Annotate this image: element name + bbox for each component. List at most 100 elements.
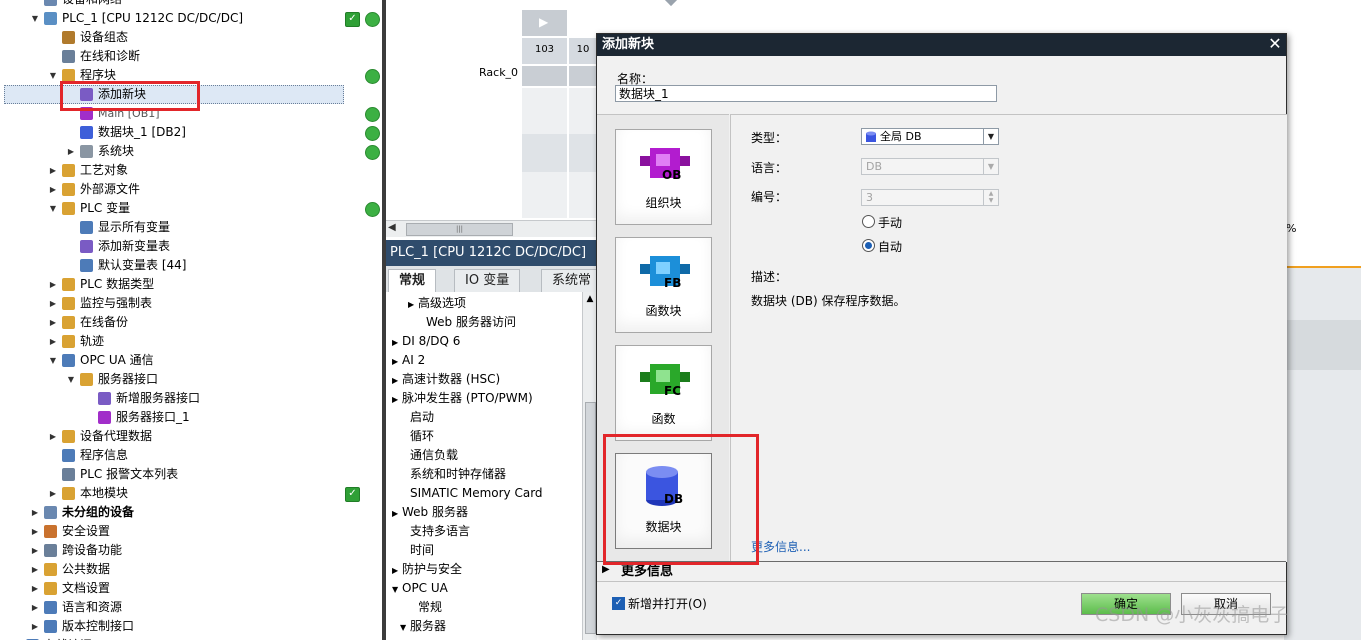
add-and-open-checkbox[interactable]: ✓ (612, 597, 625, 610)
tab-system-constants[interactable]: 系统常 (541, 269, 603, 292)
expanded-arrow-icon[interactable]: ▼ (48, 199, 58, 218)
name-input[interactable] (615, 85, 997, 102)
inspector-nav-item[interactable]: ▶ 高级选项 (408, 294, 466, 313)
collapsed-arrow-icon[interactable]: ▶ (30, 522, 40, 541)
collapsed-arrow-icon[interactable]: ▶ (30, 598, 40, 617)
tree-item[interactable]: ▶ 语言和资源 (0, 598, 382, 617)
function-button[interactable]: FC 函数 (615, 345, 712, 441)
tab-general[interactable]: 常规 (388, 269, 437, 292)
tree-item[interactable]: ▶ 跨设备功能 (0, 541, 382, 560)
collapsed-arrow-icon[interactable]: ▶ (30, 617, 40, 636)
tree-item[interactable]: PLC 报警文本列表 (0, 465, 382, 484)
function-block-button[interactable]: FB 函数块 (615, 237, 712, 333)
collapsed-arrow-icon[interactable]: ▶ (48, 275, 58, 294)
tree-item[interactable]: 默认变量表 [44] (0, 256, 382, 275)
inspector-nav-item[interactable]: ▶ Web 服务器 (392, 503, 468, 522)
collapsed-arrow-icon[interactable]: ▶ (48, 427, 58, 446)
collapsed-arrow-icon[interactable]: ▶ (48, 332, 58, 351)
inspector-nav-item[interactable]: ▼ 服务器 (400, 617, 446, 636)
inspector-nav-item[interactable]: ▶ 防护与安全 (392, 560, 462, 579)
horizontal-scrollbar[interactable]: ◀ ||| (386, 220, 596, 237)
scroll-left-icon[interactable]: ◀ (388, 222, 400, 235)
collapsed-arrow-icon[interactable]: ▶ (392, 504, 402, 523)
more-info-link[interactable]: 更多信息... (751, 538, 810, 555)
collapsed-arrow-icon[interactable]: ▶ (30, 560, 40, 579)
rack-header-arrow[interactable]: ▶ (522, 10, 567, 36)
manual-radio-label[interactable]: 手动 (878, 214, 902, 231)
expanded-arrow-icon[interactable]: ▼ (48, 351, 58, 370)
tree-item[interactable]: 数据块_1 [DB2] (0, 123, 382, 142)
inspector-nav-item[interactable]: ▶ 脉冲发生器 (PTO/PWM) (392, 389, 533, 408)
collapsed-arrow-icon[interactable]: ▶ (392, 390, 402, 409)
tree-item[interactable]: 服务器接口_1 (0, 408, 382, 427)
tree-item[interactable]: ▶ 外部源文件 (0, 180, 382, 199)
tree-item[interactable]: ▶ 安全设置 (0, 522, 382, 541)
scroll-thumb[interactable]: ||| (406, 223, 513, 236)
inspector-nav-item[interactable]: 支持多语言 (400, 522, 470, 541)
tree-item[interactable]: ▶ 在线访问 (0, 636, 382, 640)
tree-item[interactable]: ▶ 未分组的设备 (0, 503, 382, 522)
tree-item[interactable]: ▶ 版本控制接口 (0, 617, 382, 636)
tree-item[interactable]: ▼ PLC 变量 (0, 199, 382, 218)
tree-item[interactable]: ▶ 系统块 (0, 142, 382, 161)
inspector-nav-item[interactable]: ▶ 高速计数器 (HSC) (392, 370, 500, 389)
tree-item[interactable]: ▶ 在线备份 (0, 313, 382, 332)
inspector-nav-item[interactable]: 通信负载 (400, 446, 458, 465)
inspector-nav-item[interactable]: ▶ AI 2 (392, 351, 425, 370)
expanded-arrow-icon[interactable]: ▼ (30, 9, 40, 28)
manual-radio[interactable] (862, 215, 875, 228)
rack-slot-103[interactable]: 103 (522, 38, 567, 64)
tree-item[interactable]: 设备组态 (0, 28, 382, 47)
expanded-arrow-icon[interactable]: ▼ (66, 370, 76, 389)
tree-item[interactable]: ▶ 公共数据 (0, 560, 382, 579)
tree-item[interactable]: 设备和网络 (0, 0, 382, 9)
collapsed-arrow-icon[interactable]: ▶ (30, 541, 40, 560)
number-stepper[interactable]: 3 ▲ ▼ (861, 189, 999, 206)
collapsed-arrow-icon[interactable]: ▶ (48, 161, 58, 180)
collapsed-arrow-icon[interactable]: ▶ (392, 371, 402, 390)
tree-item[interactable]: ▶ 监控与强制表 (0, 294, 382, 313)
inspector-nav-item[interactable]: Web 服务器访问 (416, 313, 516, 332)
tree-item[interactable]: ▶ PLC 数据类型 (0, 275, 382, 294)
tree-item[interactable]: ▼ OPC UA 通信 (0, 351, 382, 370)
expanded-arrow-icon[interactable]: ▼ (48, 66, 58, 85)
close-icon[interactable]: ✕ (1267, 36, 1283, 52)
type-select[interactable]: 全局 DB ▼ (861, 128, 999, 145)
tree-item[interactable]: 显示所有变量 (0, 218, 382, 237)
auto-radio-label[interactable]: 自动 (878, 238, 902, 255)
collapsed-arrow-icon[interactable]: ▶ (66, 142, 76, 161)
collapsed-arrow-icon[interactable]: ▶ (48, 484, 58, 503)
tree-item[interactable]: ▶ 本地模块 ✓ (0, 484, 382, 503)
collapsed-arrow-icon[interactable]: ▶ (392, 561, 402, 580)
tree-item[interactable]: 添加新变量表 (0, 237, 382, 256)
scroll-thumb[interactable] (585, 402, 596, 634)
inspector-nav-item[interactable]: ▼ OPC UA (392, 579, 448, 598)
expanded-arrow-icon[interactable]: ▼ (400, 618, 410, 637)
stepper-arrows-icon[interactable]: ▲ ▼ (983, 190, 998, 205)
scroll-up-icon[interactable]: ▲ (583, 294, 597, 304)
collapsed-arrow-icon[interactable]: ▶ (392, 352, 402, 371)
inspector-nav-item[interactable]: 启动 (400, 408, 434, 427)
collapsed-arrow-icon[interactable]: ▶ (392, 333, 402, 352)
inspector-nav-item[interactable]: 时间 (400, 541, 434, 560)
organization-block-button[interactable]: OB 组织块 (615, 129, 712, 225)
tree-item[interactable]: 程序信息 (0, 446, 382, 465)
add-and-open-label[interactable]: 新增并打开(O) (628, 595, 707, 612)
tab-io-tags[interactable]: IO 变量 (454, 269, 521, 292)
collapsed-arrow-icon[interactable]: ▶ (48, 180, 58, 199)
collapsed-arrow-icon[interactable]: ▶ (30, 579, 40, 598)
inspector-nav-item[interactable]: 循环 (400, 427, 434, 446)
tree-item[interactable]: ▶ 设备代理数据 (0, 427, 382, 446)
auto-radio[interactable] (862, 239, 875, 252)
collapsed-arrow-icon[interactable]: ▶ (30, 503, 40, 522)
tree-item[interactable]: ▶ 文档设置 (0, 579, 382, 598)
chevron-down-icon[interactable]: ▼ (983, 129, 998, 144)
tree-item[interactable]: ▶ 工艺对象 (0, 161, 382, 180)
collapsed-arrow-icon[interactable]: ▶ (48, 294, 58, 313)
expanded-arrow-icon[interactable]: ▼ (392, 580, 402, 599)
tree-item[interactable]: ▼ PLC_1 [CPU 1212C DC/DC/DC] ✓ (0, 9, 382, 28)
language-select[interactable]: DB ▼ (861, 158, 999, 175)
tree-item[interactable]: 新增服务器接口 (0, 389, 382, 408)
expand-arrow-icon[interactable]: ▶ (602, 564, 610, 575)
tree-item[interactable]: ▼ 服务器接口 (0, 370, 382, 389)
